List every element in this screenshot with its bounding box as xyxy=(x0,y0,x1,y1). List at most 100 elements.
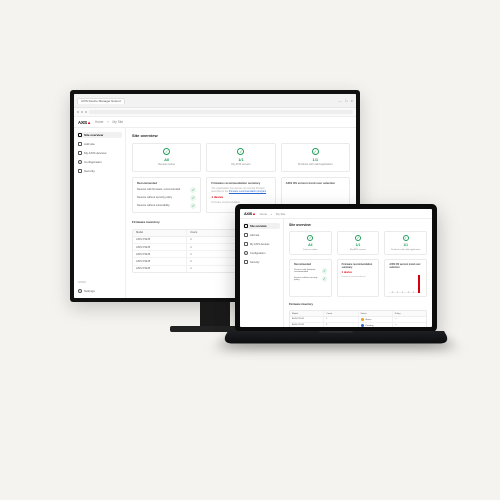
panel-recommended: Recommended Devices with firmware: recom… xyxy=(289,259,332,297)
sidebar-item-settings[interactable]: Settings xyxy=(77,288,122,294)
panel-recommended: Recommended Devices with firmware: recom… xyxy=(132,177,201,213)
sidebar-item-label: Site overview xyxy=(250,225,267,228)
nav-home[interactable]: Home xyxy=(95,120,104,124)
chart-bar xyxy=(402,291,403,293)
sidebar-item-devices[interactable]: My AXIS devices xyxy=(243,241,280,247)
sidebar-item-add-site[interactable]: Add site xyxy=(243,232,280,238)
status-ok-icon: ✓ xyxy=(190,195,196,201)
card-label: Devices online xyxy=(158,164,175,167)
fw-row: Devices without vulnerability ✓ xyxy=(137,203,196,209)
sidebar: Site overview Add site My AXIS devices C… xyxy=(74,128,126,298)
td-status: Pending xyxy=(359,323,393,327)
fw-row: Devices with firmware: recommended✓ xyxy=(294,268,327,274)
status-ok-icon: ✓ xyxy=(322,276,327,282)
browser-chrome: AXIS Device Manager Extend — ☐ ✕ xyxy=(74,94,356,108)
summary-cards: ✓ All Devices online ✓ 1/1 My AXIS serve… xyxy=(132,143,350,172)
close-icon[interactable]: ✕ xyxy=(350,99,353,103)
sidebar-item-label: Add site xyxy=(250,234,259,237)
status-ok-icon: ✓ xyxy=(190,187,196,193)
nav-site[interactable]: My Site xyxy=(276,212,285,216)
fw-row-label: Devices without vulnerability xyxy=(137,204,170,207)
th-status[interactable]: Status xyxy=(359,311,393,315)
sidebar-item-security[interactable]: Security xyxy=(243,259,280,265)
card-label: My AXIS servers xyxy=(231,164,250,167)
sidebar-item-add-site[interactable]: Add site xyxy=(77,141,122,147)
panel-body: The organisation has devices not running… xyxy=(211,187,270,193)
td-model: AXIS P3245 xyxy=(133,244,187,250)
fw-row: Devices without security policy ✓ xyxy=(137,195,196,201)
sidebar-item-label: Add site xyxy=(84,142,95,146)
fw-row-label: Devices without security policy xyxy=(294,277,319,281)
nav-forward-icon[interactable] xyxy=(81,111,83,113)
th-policy[interactable]: Policy xyxy=(393,311,426,315)
grid-icon xyxy=(78,133,82,137)
fw-row: Devices without security policy✓ xyxy=(294,276,327,282)
card-label: My AXIS servers xyxy=(350,249,366,251)
card-valid-app[interactable]: ✓ 1/1 Products with valid application xyxy=(281,143,350,172)
card-value: All xyxy=(164,157,169,162)
browser-toolbar xyxy=(74,108,356,117)
panel-title: Firmware recommendation summary xyxy=(211,181,270,185)
check-icon: ✓ xyxy=(163,148,170,155)
maximize-icon[interactable]: ☐ xyxy=(345,99,348,103)
sidebar-item-overview[interactable]: Site overview xyxy=(243,223,280,229)
window-controls: — ☐ ✕ xyxy=(339,99,353,103)
alert-count: 1 device xyxy=(211,195,270,199)
status-ok-icon: ✓ xyxy=(190,203,196,209)
sidebar-section-admin: ADMIN xyxy=(77,280,122,285)
gear-icon xyxy=(244,251,248,255)
card-value: 1/1 xyxy=(238,157,244,162)
check-icon: ✓ xyxy=(355,235,361,241)
status-dot-icon xyxy=(361,318,364,321)
td-model: AXIS P3245 xyxy=(133,258,187,264)
table-row[interactable]: AXIS P32451Pending— xyxy=(290,323,426,327)
sidebar-item-security[interactable]: Security xyxy=(77,168,122,174)
minimize-icon[interactable]: — xyxy=(339,99,342,103)
card-servers[interactable]: ✓ 1/1 My AXIS servers xyxy=(206,143,275,172)
card-devices-online[interactable]: ✓ All Devices online xyxy=(132,143,201,172)
td-model: AXIS P3245 xyxy=(133,266,187,272)
laptop-screen: AXIS▲ Home › My Site Site overview Add s… xyxy=(240,209,432,327)
status-dot-icon xyxy=(361,324,364,327)
laptop-screen-bezel: AXIS▲ Home › My Site Site overview Add s… xyxy=(235,204,437,332)
card-label: Products with valid application xyxy=(298,164,333,167)
td-model: AXIS P3245 xyxy=(133,237,187,243)
card-devices-online[interactable]: ✓AllDevices online xyxy=(289,231,332,255)
sidebar-item-configuration[interactable]: Configuration xyxy=(77,159,122,165)
page-title: Site overview xyxy=(289,223,427,227)
app-body: Site overview Add site My AXIS devices C… xyxy=(240,219,432,327)
th-model[interactable]: Model xyxy=(133,230,187,236)
sidebar: Site overview Add site My AXIS devices C… xyxy=(240,219,284,327)
sidebar-item-configuration[interactable]: Configuration xyxy=(243,250,280,256)
card-servers[interactable]: ✓ 1/1 My AXIS servers xyxy=(337,231,380,255)
brand-logo: AXIS▲ xyxy=(244,212,256,216)
panel-recommendation-summary: Firmware recommendation summary 1 device… xyxy=(337,259,380,297)
card-valid-app[interactable]: ✓1/1Products with valid application xyxy=(384,231,427,255)
sidebar-item-label: Configuration xyxy=(250,252,265,255)
link-firmware-program[interactable]: firmware recommendation program xyxy=(229,190,266,193)
fw-row-label: Devices without security policy xyxy=(137,196,172,199)
alert-count: 1 device xyxy=(342,271,375,274)
card-label: Products with valid application xyxy=(391,249,420,251)
plus-icon xyxy=(78,142,82,146)
fw-row-label: Devices with firmware: recommended xyxy=(294,269,319,273)
browser-tab[interactable]: AXIS Device Manager Extend xyxy=(77,98,125,104)
card-value: 1/1 xyxy=(356,243,361,247)
shield-icon xyxy=(78,169,82,173)
address-bar[interactable] xyxy=(89,110,353,114)
sidebar-item-overview[interactable]: Site overview xyxy=(77,132,122,138)
nav-reload-icon[interactable] xyxy=(85,111,87,113)
chevron-right-icon: › xyxy=(271,212,272,216)
panel-title: AXIS OS version trend over selection xyxy=(286,181,345,185)
sidebar-item-label: Configuration xyxy=(84,160,102,164)
td-count: 1 xyxy=(324,323,358,327)
nav-back-icon[interactable] xyxy=(77,111,79,113)
th-model[interactable]: Model xyxy=(290,311,324,315)
nav-home[interactable]: Home xyxy=(260,212,267,216)
sidebar-item-label: My AXIS devices xyxy=(250,243,269,246)
nav-site[interactable]: My Site xyxy=(113,120,124,124)
td-model: AXIS P3245 xyxy=(290,317,324,322)
sidebar-item-devices[interactable]: My AXIS devices xyxy=(77,150,122,156)
th-count[interactable]: Count xyxy=(324,311,358,315)
devices-icon xyxy=(78,151,82,155)
